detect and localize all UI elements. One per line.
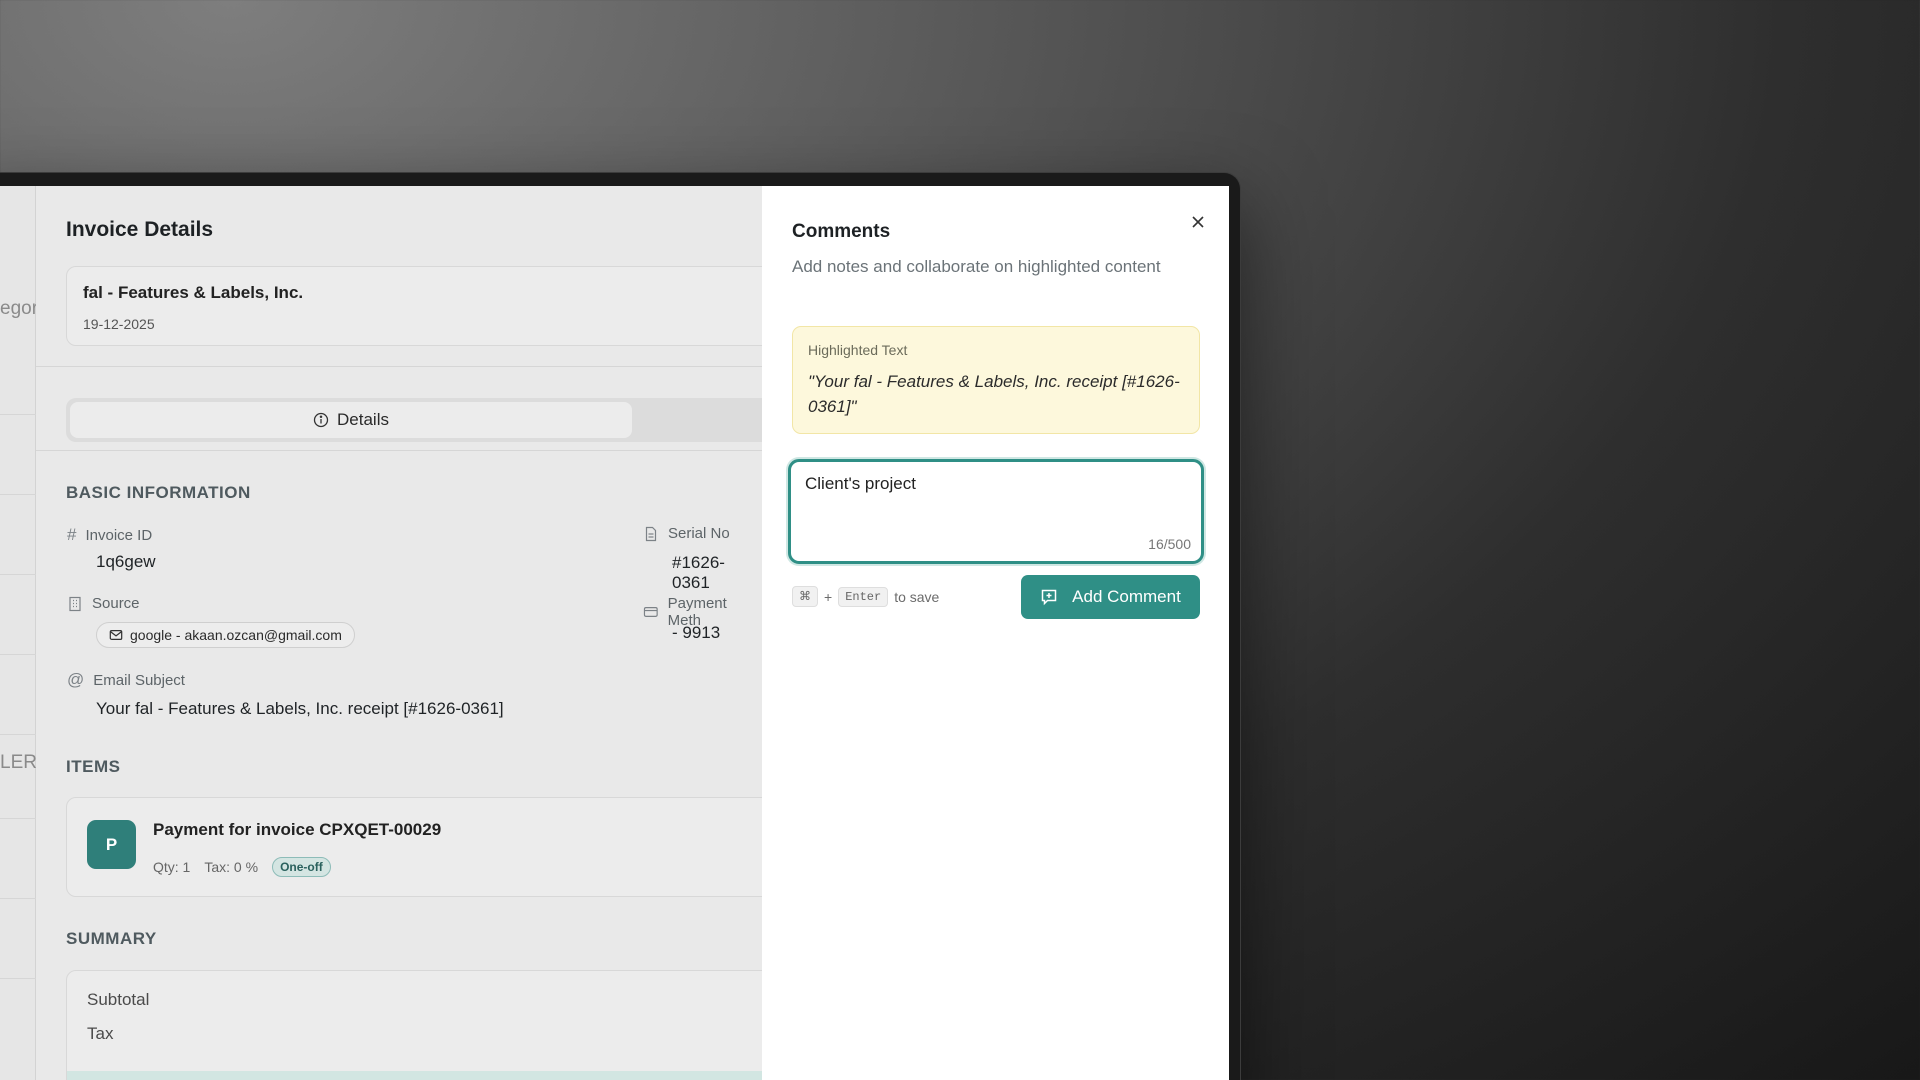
background-divider — [0, 574, 36, 575]
at-sign-icon: @ — [67, 670, 85, 689]
email-subject-label-text: Email Subject — [93, 671, 185, 689]
message-plus-icon — [1041, 589, 1057, 606]
plus-sign: + — [824, 588, 833, 605]
tax-label: Tax — [87, 1024, 114, 1043]
item-meta: Qty: 1 Tax: 0 % One-off — [153, 857, 331, 877]
summary-heading: SUMMARY — [66, 929, 157, 948]
comment-input-wrapper: Client's project 16/500 — [788, 459, 1204, 564]
background-divider — [0, 494, 36, 495]
document-icon — [645, 526, 657, 541]
subtotal-label: Subtotal — [87, 990, 150, 1009]
building-icon — [69, 596, 81, 611]
background-divider — [0, 734, 36, 735]
source-value: google - akaan.ozcan@gmail.com — [130, 627, 342, 643]
background-divider — [0, 414, 36, 415]
comments-panel: Comments Add notes and collaborate on hi… — [762, 186, 1229, 1080]
tab-details-label: Details — [337, 410, 389, 429]
enter-key: Enter — [838, 586, 889, 607]
tab-details[interactable]: Details — [70, 402, 632, 438]
command-key: ⌘ — [792, 586, 818, 607]
divider — [36, 366, 762, 367]
background-app: egory LERİ — [0, 186, 48, 1080]
highlighted-text-label: Highlighted Text — [808, 342, 908, 358]
source-chip: google - akaan.ozcan@gmail.com — [96, 622, 355, 648]
info-icon — [313, 412, 329, 428]
serial-no-value: #1626-0361 — [672, 553, 725, 592]
items-heading: ITEMS — [66, 757, 121, 776]
close-icon — [1192, 216, 1204, 228]
status-badge: One-off — [272, 857, 331, 877]
hash-icon: # — [67, 525, 77, 544]
app-screen: egory LERİ Invoice Details fal - Feature… — [0, 186, 1229, 1080]
divider — [36, 450, 762, 451]
summary-card: Subtotal Tax — [66, 970, 762, 1080]
background-divider — [0, 898, 36, 899]
highlighted-text-box: Highlighted Text "Your fal - Features & … — [792, 326, 1200, 434]
source-label: Source — [67, 595, 140, 612]
serial-no-label-text: Serial No — [668, 525, 730, 542]
background-divider — [0, 654, 36, 655]
add-comment-button[interactable]: Add Comment — [1021, 575, 1200, 619]
invoice-details-panel: Invoice Details fal - Features & Labels,… — [36, 186, 762, 1080]
hint-suffix: to save — [894, 588, 940, 605]
credit-card-icon — [643, 607, 658, 617]
comments-title: Comments — [792, 221, 891, 242]
serial-no-label: Serial No — [643, 525, 730, 542]
tab-bar: Details — [66, 398, 762, 442]
close-button[interactable] — [1184, 208, 1212, 236]
item-tax: Tax: 0 % — [204, 859, 259, 875]
summary-total-row — [67, 1071, 762, 1080]
add-comment-label: Add Comment — [1072, 587, 1181, 606]
comments-subtitle: Add notes and collaborate on highlighted… — [792, 257, 1161, 276]
highlighted-text: "Your fal - Features & Labels, Inc. rece… — [808, 372, 1180, 416]
email-subject-label: @ Email Subject — [67, 670, 185, 690]
invoice-id-label-text: Invoice ID — [85, 526, 153, 544]
line-item-card[interactable]: P Payment for invoice CPXQET-00029 Qty: … — [66, 797, 762, 897]
background-divider — [0, 978, 36, 979]
comment-textarea[interactable]: Client's project — [805, 474, 1185, 529]
invoice-id-label: # Invoice ID — [67, 525, 152, 545]
vendor-card: fal - Features & Labels, Inc. 19-12-2025 — [66, 266, 762, 346]
item-qty: Qty: 1 — [153, 859, 191, 875]
basic-info-heading: BASIC INFORMATION — [66, 483, 251, 502]
payment-method-value: - 9913 — [672, 623, 721, 642]
email-subject-value: Your fal - Features & Labels, Inc. recei… — [96, 699, 504, 718]
invoice-date: 19-12-2025 — [83, 316, 155, 332]
background-divider — [0, 818, 36, 819]
source-label-text: Source — [92, 595, 140, 612]
save-shortcut-hint: ⌘ + Enter to save — [792, 586, 939, 607]
vendor-name: fal - Features & Labels, Inc. — [83, 283, 304, 302]
mail-icon — [109, 630, 123, 640]
character-counter: 16/500 — [1148, 536, 1191, 552]
invoice-id-value: 1q6gew — [96, 552, 156, 571]
invoice-title: Invoice Details — [66, 218, 214, 241]
item-avatar: P — [87, 820, 136, 869]
item-title: Payment for invoice CPXQET-00029 — [153, 820, 442, 839]
